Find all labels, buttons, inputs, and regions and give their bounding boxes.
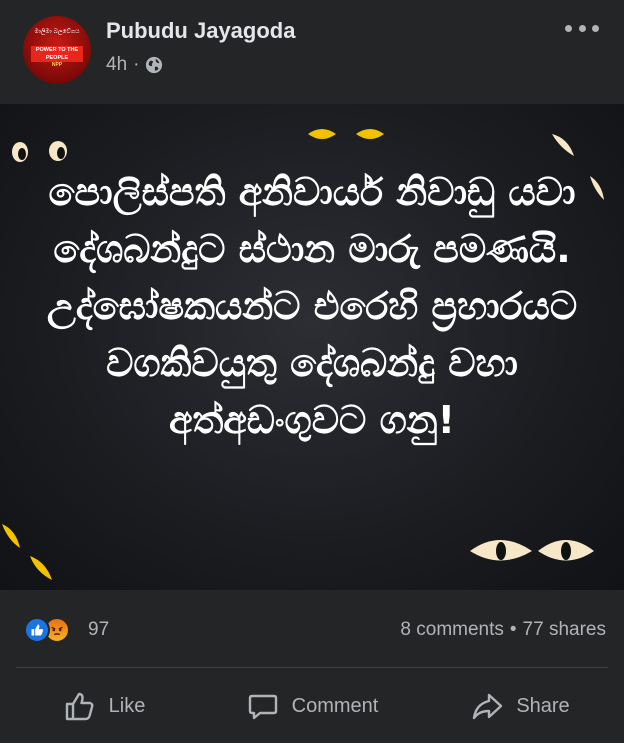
post-image-text: පොලිස්පති අනිවාර්ය නිවාඩු යවා දේශබන්දුට … (46, 170, 578, 442)
share-icon (473, 693, 503, 720)
comment-button[interactable]: Comment (208, 676, 416, 736)
divider (16, 667, 608, 668)
author-name[interactable]: Pubudu Jayagoda (106, 18, 295, 44)
avatar-tag: NPP (51, 62, 63, 68)
post-image[interactable]: පොලිස්පති අනිවාර්ය නිවාඩු යවා දේශබන්දුට … (0, 104, 624, 590)
like-label: Like (108, 694, 146, 717)
avatar[interactable]: මාලිමා බලවේගය POWER TO THE PEOPLE NPP (23, 16, 91, 84)
avatar-slogan: POWER TO THE PEOPLE (31, 46, 83, 62)
meta-separator: · (133, 54, 140, 75)
post-header: මාලිමා බලවේගය POWER TO THE PEOPLE NPP Pu… (0, 0, 624, 104)
share-label: Share (516, 694, 570, 717)
shares-count[interactable]: 77 shares (523, 619, 606, 641)
reaction-icons[interactable] (24, 617, 70, 643)
comments-count[interactable]: 8 comments (400, 619, 503, 641)
more-options-icon[interactable] (565, 18, 599, 38)
thumbs-up-icon (65, 692, 94, 721)
action-bar: Like Comment Share (0, 676, 624, 736)
stats-dot: • (509, 619, 517, 640)
share-button[interactable]: Share (416, 676, 624, 736)
post-time[interactable]: 4h (106, 54, 127, 76)
like-reaction-icon (24, 617, 50, 643)
comment-label: Comment (291, 694, 379, 717)
post-meta: 4h · (106, 54, 163, 76)
globe-icon[interactable] (145, 56, 163, 74)
avatar-top-text: මාලිමා බලවේගය (34, 28, 80, 35)
comment-icon (248, 694, 277, 720)
reaction-count[interactable]: 97 (88, 619, 109, 641)
post-stats: 8 comments • 77 shares (400, 619, 606, 641)
like-button[interactable]: Like (0, 676, 208, 736)
reactions-bar: 97 8 comments • 77 shares (0, 605, 624, 655)
